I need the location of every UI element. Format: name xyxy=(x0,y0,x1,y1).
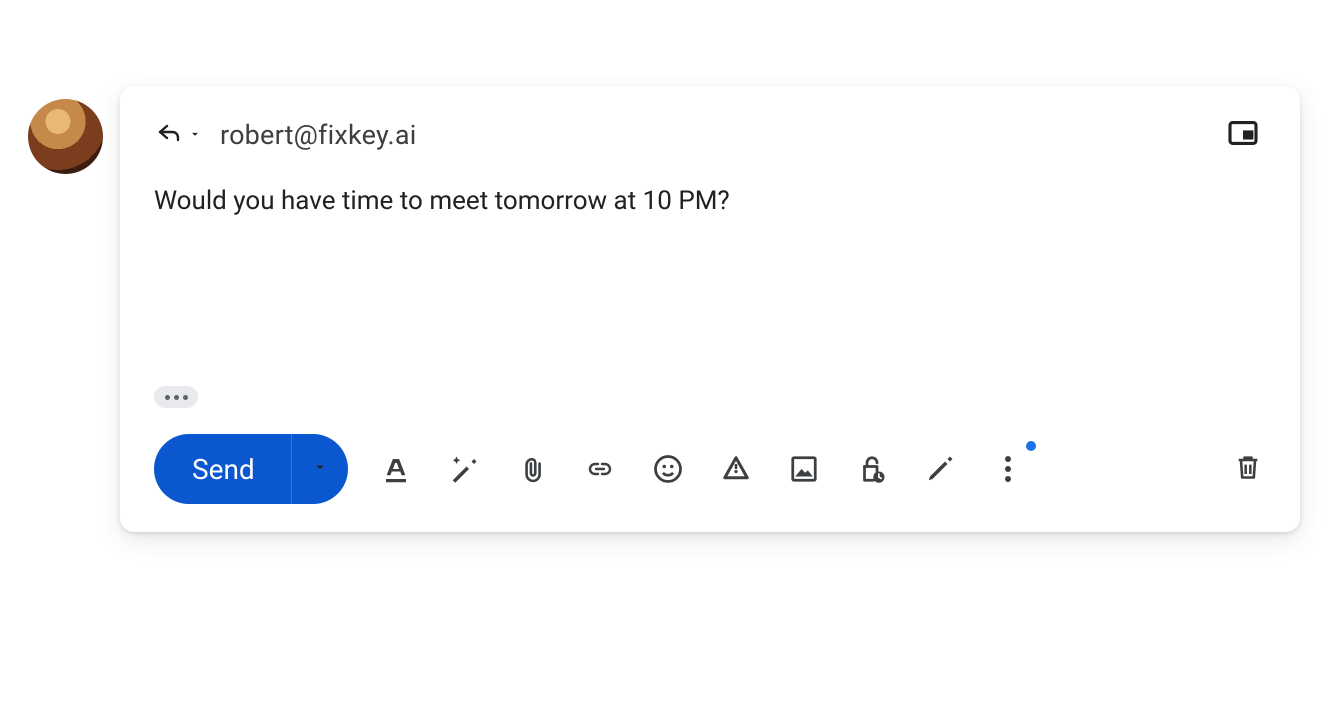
drive-button[interactable] xyxy=(718,451,754,487)
send-split-button: Send xyxy=(154,434,348,504)
insert-image-button[interactable] xyxy=(786,451,822,487)
ellipsis-icon xyxy=(174,395,179,400)
lock-clock-icon xyxy=(857,453,887,485)
notification-dot xyxy=(1026,441,1036,451)
compose-body[interactable]: Would you have time to meet tomorrow at … xyxy=(120,160,1300,386)
ellipsis-icon xyxy=(165,395,170,400)
popout-icon xyxy=(1227,120,1259,150)
show-trimmed-content-button[interactable] xyxy=(154,386,198,408)
avatar xyxy=(28,99,103,174)
ink-pen-icon xyxy=(925,454,955,484)
more-options-button[interactable] xyxy=(990,451,1026,487)
ellipsis-icon xyxy=(183,395,188,400)
trash-icon xyxy=(1234,451,1262,487)
insert-link-button[interactable] xyxy=(582,451,618,487)
attach-button[interactable] xyxy=(514,451,550,487)
recipient-field[interactable]: robert@fixkey.ai xyxy=(220,119,417,151)
chevron-down-icon xyxy=(311,458,329,480)
formatting-button[interactable] xyxy=(378,451,414,487)
magic-pen-icon xyxy=(449,454,479,484)
emoji-button[interactable] xyxy=(650,451,686,487)
format-toolbar xyxy=(378,451,1026,487)
reply-icon xyxy=(154,121,184,149)
text-format-icon xyxy=(381,453,411,485)
attach-icon xyxy=(519,453,545,485)
emoji-icon xyxy=(653,454,683,484)
reply-type-button[interactable] xyxy=(154,121,202,149)
send-button[interactable]: Send xyxy=(154,434,292,504)
ai-compose-button[interactable] xyxy=(446,451,482,487)
image-icon xyxy=(789,454,819,484)
compose-header: robert@fixkey.ai xyxy=(120,86,1300,160)
compose-footer: Send xyxy=(120,426,1300,532)
confidential-button[interactable] xyxy=(854,451,890,487)
discard-draft-button[interactable] xyxy=(1230,451,1266,487)
compose-card: robert@fixkey.ai Would you have time to … xyxy=(120,86,1300,532)
signature-button[interactable] xyxy=(922,451,958,487)
link-icon xyxy=(583,457,617,481)
chevron-down-icon xyxy=(188,126,202,145)
more-vert-icon xyxy=(1003,454,1013,484)
send-options-button[interactable] xyxy=(292,434,348,504)
drive-icon xyxy=(721,454,751,484)
popout-button[interactable] xyxy=(1224,116,1262,154)
